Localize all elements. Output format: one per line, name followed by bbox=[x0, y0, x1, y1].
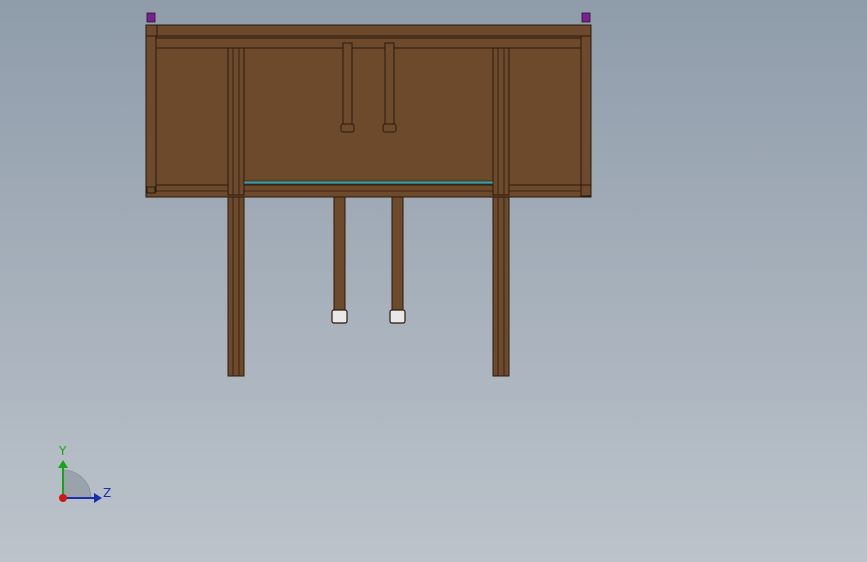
inner-post-right[interactable] bbox=[492, 47, 510, 196]
marker-top-left[interactable] bbox=[146, 12, 156, 23]
inner-post-left[interactable] bbox=[227, 47, 245, 196]
leg-right-outer[interactable] bbox=[492, 194, 510, 377]
top-rail-back[interactable] bbox=[150, 37, 586, 49]
graphics-viewport[interactable]: Y Z bbox=[0, 0, 867, 562]
glass-strip[interactable] bbox=[243, 180, 494, 185]
hanging-rod-left-tip bbox=[340, 123, 355, 133]
leg-center-right[interactable] bbox=[389, 196, 406, 324]
x-axis-dot bbox=[59, 494, 67, 502]
corner-block-bottom-right bbox=[580, 184, 592, 197]
side-post-left[interactable] bbox=[145, 35, 157, 193]
corner-block-bottom-left bbox=[146, 186, 156, 194]
z-axis-arrowhead bbox=[94, 493, 102, 503]
frame-body[interactable] bbox=[145, 24, 592, 198]
y-axis-arrowhead bbox=[58, 460, 68, 468]
cad-model-view[interactable]: Y Z bbox=[0, 0, 867, 562]
foot-cap-center-right bbox=[389, 309, 406, 324]
marker-top-right[interactable] bbox=[581, 12, 591, 23]
side-post-right[interactable] bbox=[580, 35, 592, 193]
triad-plane-indicator bbox=[62, 469, 92, 499]
hanging-rod-right[interactable] bbox=[384, 42, 395, 127]
hanging-rod-right-tip bbox=[382, 123, 397, 133]
y-axis-label: Y bbox=[58, 444, 67, 458]
leg-left-outer[interactable] bbox=[227, 194, 245, 377]
top-rail-front[interactable] bbox=[145, 24, 592, 37]
leg-center-left[interactable] bbox=[331, 196, 348, 324]
corner-block-top-left bbox=[145, 24, 158, 37]
orientation-triad: Y Z bbox=[58, 444, 111, 503]
z-axis-label: Z bbox=[103, 486, 111, 500]
hanging-rod-left[interactable] bbox=[342, 42, 353, 127]
foot-cap-center-left bbox=[331, 309, 348, 324]
